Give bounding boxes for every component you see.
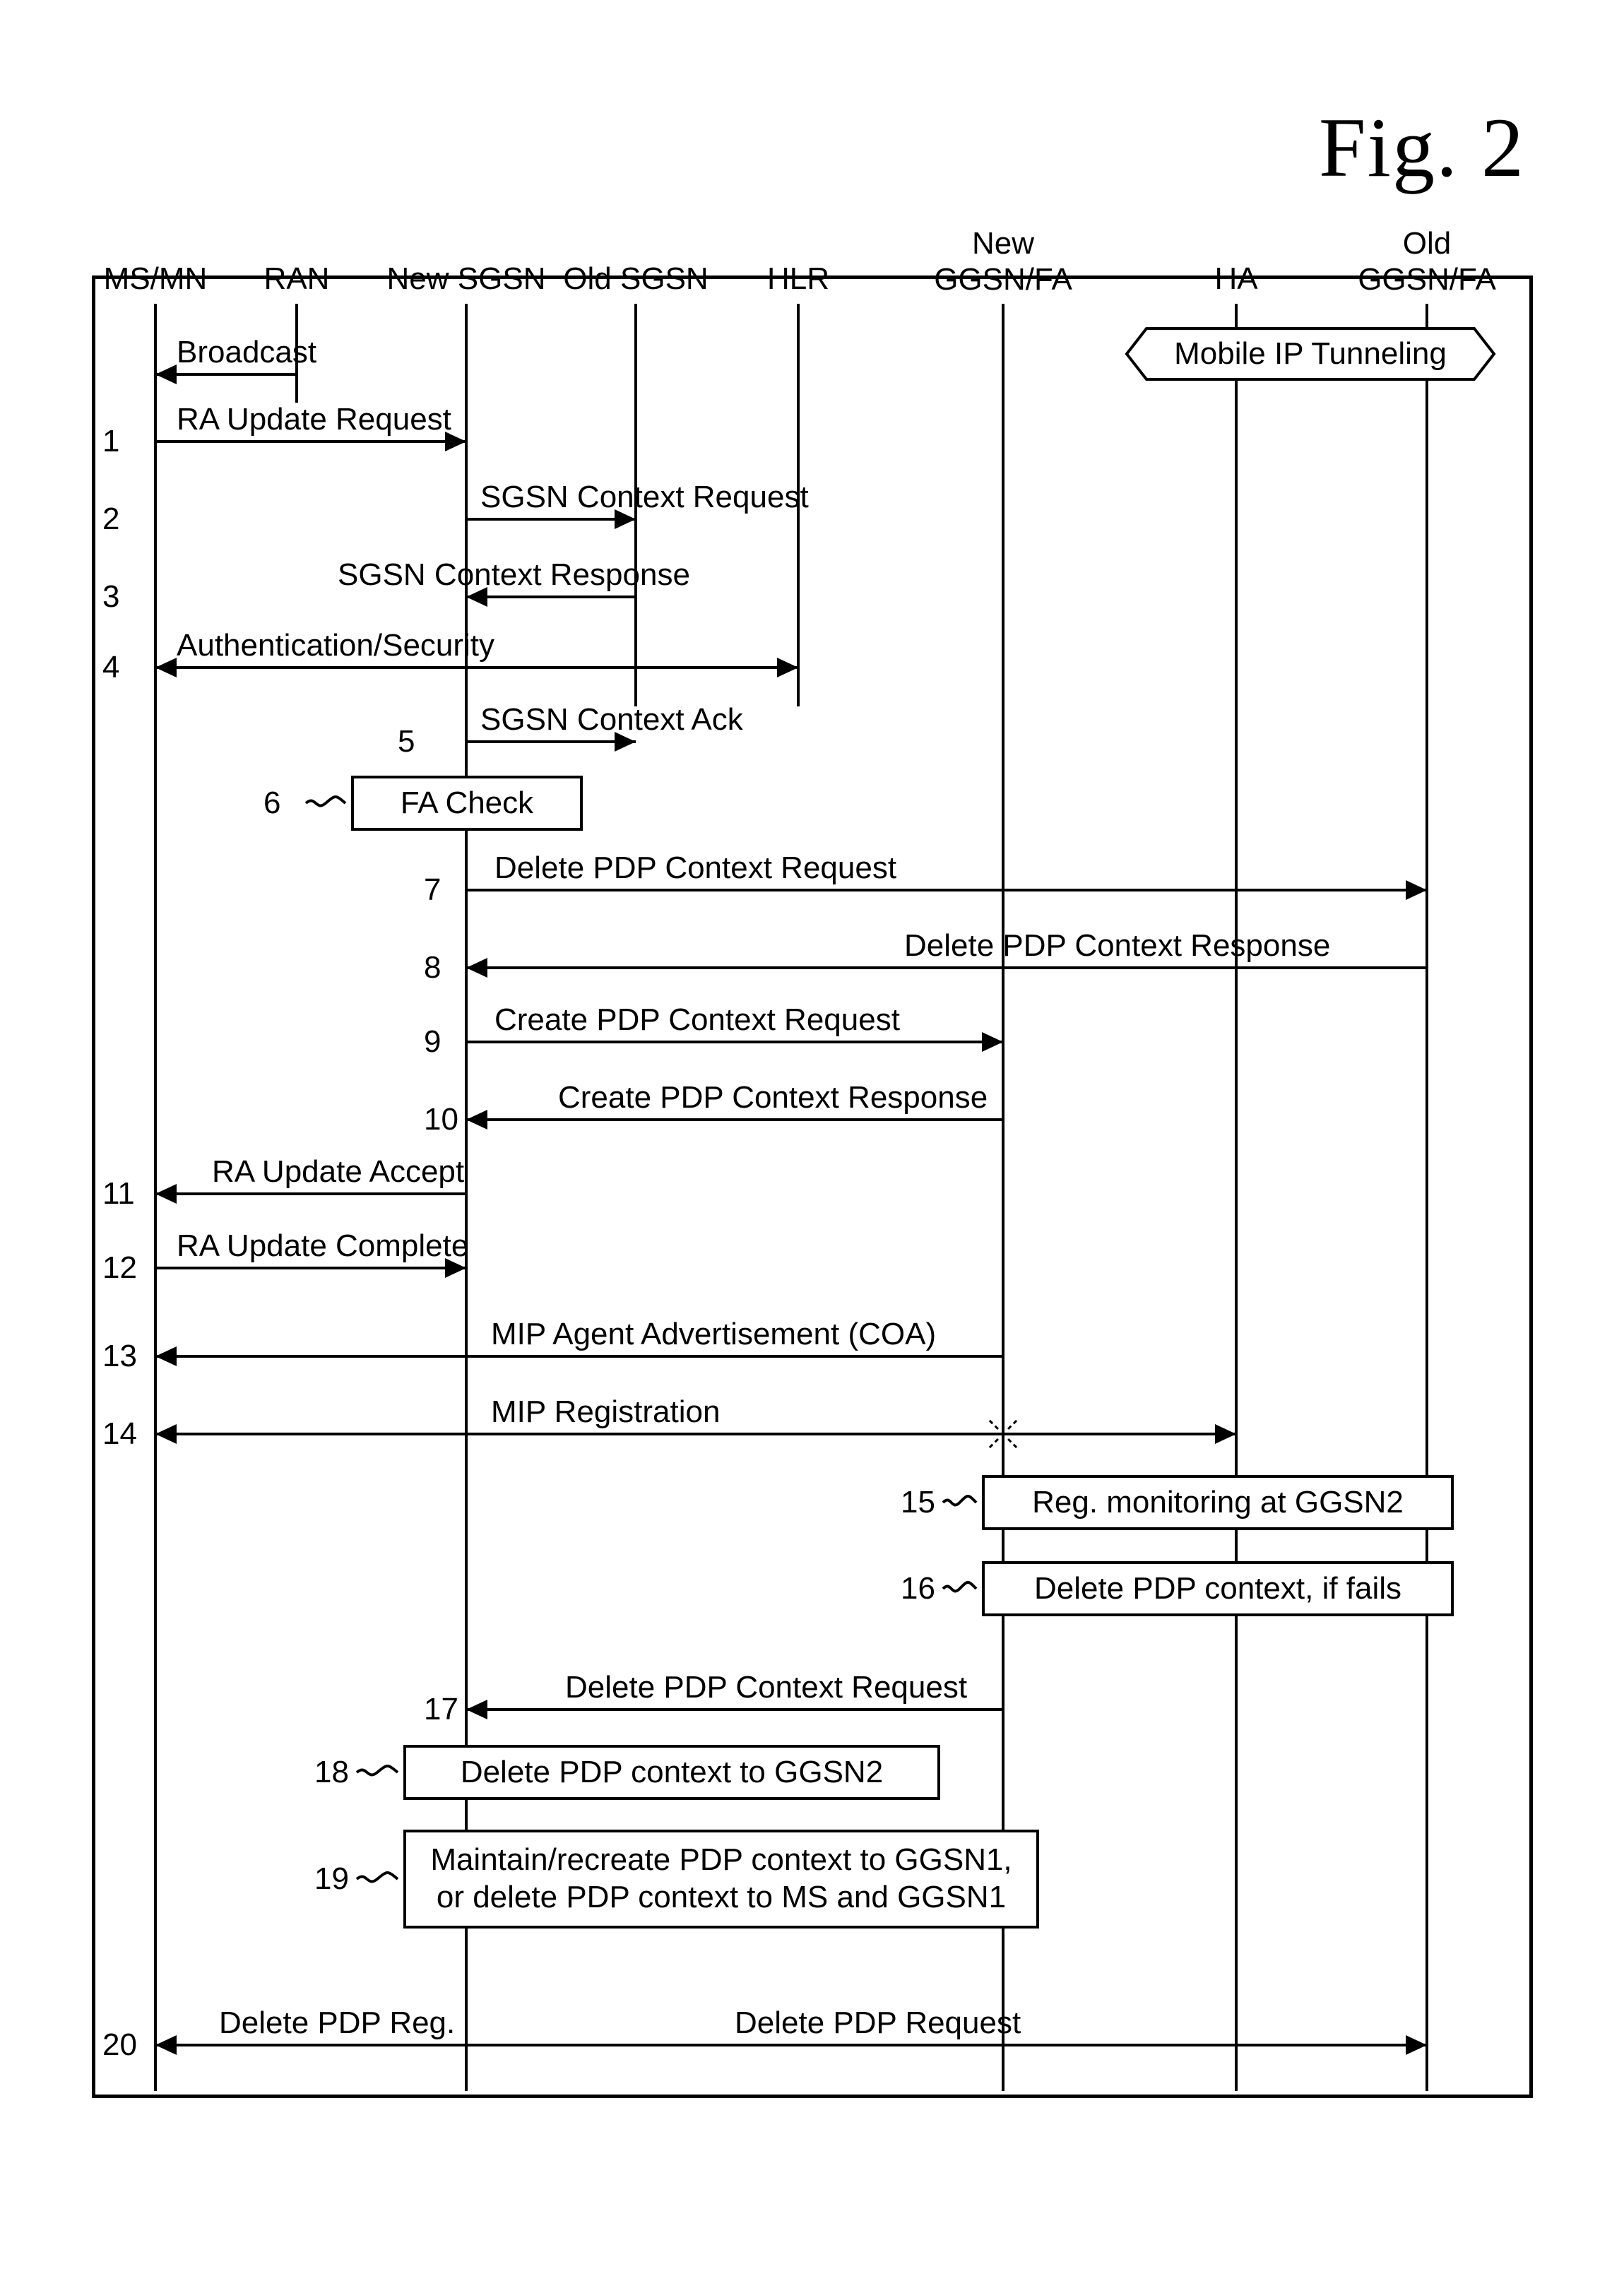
- message-label: MIP Registration: [491, 1394, 720, 1430]
- step-number: 11: [102, 1176, 135, 1211]
- message-label: SGSN Context Response: [338, 557, 690, 593]
- message-label: MIP Agent Advertisement (COA): [491, 1317, 936, 1352]
- lifeline-label-msmn: MS/MN: [104, 261, 208, 297]
- message-label: SGSN Context Request: [480, 480, 809, 515]
- step-number: 13: [102, 1339, 137, 1374]
- lifeline-label-oldsgsn: Old SGSN: [563, 261, 708, 297]
- step-number: 8: [424, 950, 441, 985]
- message-label: Delete PDP Context Request: [565, 1670, 967, 1705]
- lifeline-label-newggsn: New GGSN/FA: [934, 226, 1072, 297]
- lifeline-label-newsgsn: New SGSN: [387, 261, 546, 297]
- step-number: 15: [901, 1485, 935, 1520]
- lifeline-label-oldggsn: Old GGSN/FA: [1358, 226, 1496, 297]
- step-number: 1: [102, 424, 119, 459]
- message-label: Delete PDP Context Response: [904, 928, 1330, 964]
- message-label: Delete PDP Context Request: [494, 851, 896, 886]
- process-box: Delete PDP context, if fails: [982, 1561, 1454, 1616]
- lifeline-label-ha: HA: [1214, 261, 1257, 297]
- step-number: 14: [102, 1416, 137, 1452]
- step-number: 19: [314, 1861, 349, 1897]
- step-number: 17: [424, 1692, 458, 1727]
- process-box: Maintain/recreate PDP context to GGSN1, …: [403, 1830, 1039, 1929]
- step-number: 2: [102, 502, 119, 537]
- step-number: 18: [314, 1755, 349, 1790]
- step-number: 3: [102, 579, 119, 615]
- lifeline-label-ran: RAN: [264, 261, 330, 297]
- message-label: RA Update Complete: [177, 1228, 468, 1264]
- message-label: Delete PDP Request: [735, 2006, 1021, 2041]
- step-number: 10: [424, 1102, 458, 1137]
- step-number: 12: [102, 1250, 137, 1286]
- message-label: Broadcast: [177, 335, 316, 370]
- diagram-page: Fig. 2 MS/MN RAN New SGSN Old SGSN HLR New GG…: [0, 0, 1624, 2269]
- message-label: Create PDP Context Request: [494, 1002, 900, 1038]
- process-box: Reg. monitoring at GGSN2: [982, 1475, 1454, 1530]
- step-number: 7: [424, 872, 441, 908]
- figure-label: Fig. 2: [1319, 99, 1525, 196]
- message-label: Create PDP Context Response: [558, 1080, 988, 1115]
- step-number: 20: [102, 2027, 137, 2063]
- mobile-ip-tunneling-box: Mobile IP Tunneling: [1127, 328, 1494, 379]
- message-label: SGSN Context Ack: [480, 702, 743, 737]
- process-box: Delete PDP context to GGSN2: [403, 1745, 940, 1800]
- step-number: 6: [263, 786, 280, 821]
- step-number: 9: [424, 1024, 441, 1060]
- lifeline-label-hlr: HLR: [767, 261, 829, 297]
- step-number: 4: [102, 650, 119, 685]
- message-label: Delete PDP Reg.: [219, 2006, 455, 2041]
- message-label: RA Update Accept: [212, 1154, 464, 1190]
- process-box: FA Check: [351, 776, 583, 831]
- step-number: 5: [398, 724, 415, 759]
- step-number: 16: [901, 1571, 935, 1606]
- message-label: RA Update Request: [177, 402, 451, 437]
- message-label: Authentication/Security: [177, 628, 494, 663]
